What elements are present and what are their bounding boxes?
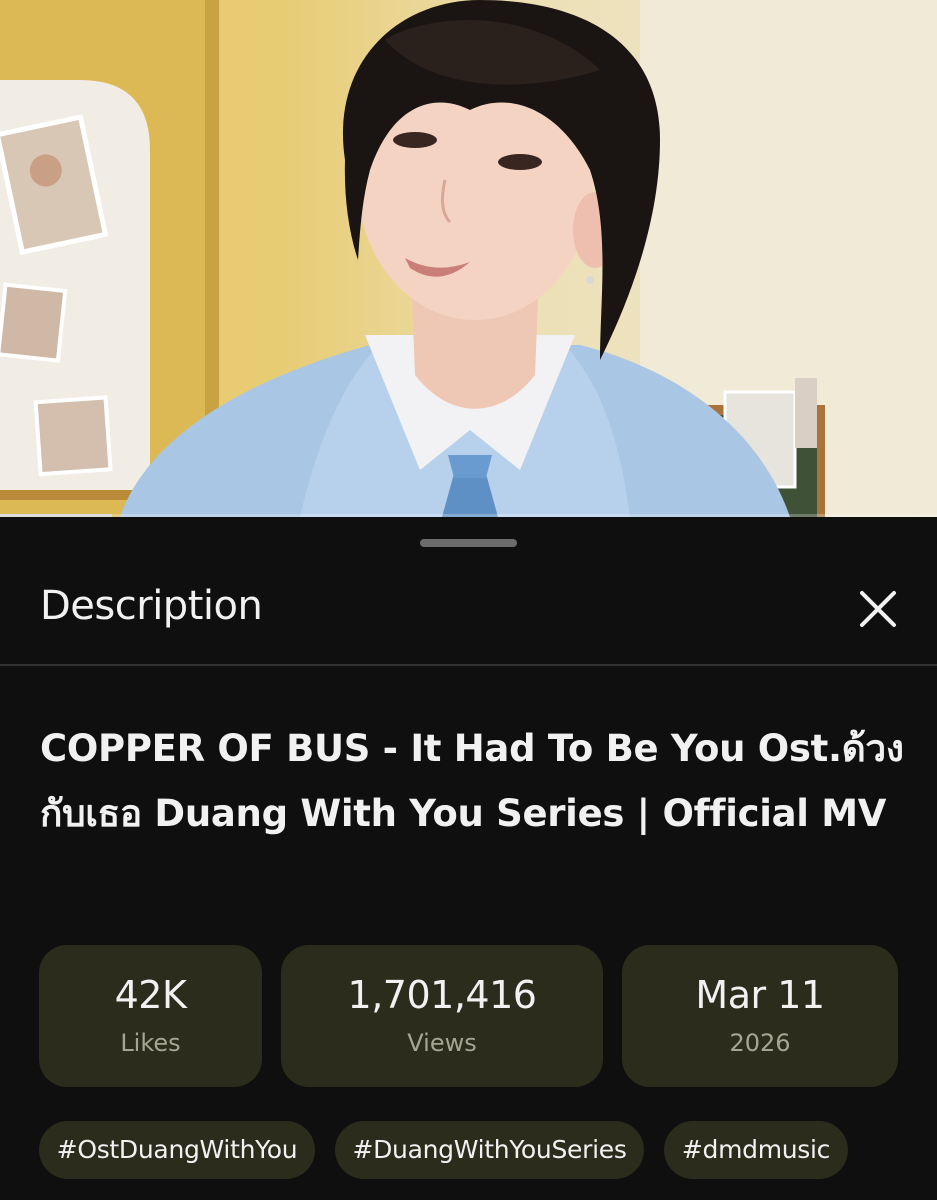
likes-stat[interactable]: 42K Likes	[39, 945, 262, 1087]
views-stat[interactable]: 1,701,416 Views	[281, 945, 603, 1087]
panel-title: Description	[40, 583, 263, 629]
video-progress-bar[interactable]	[0, 514, 937, 517]
description-screen: Description COPPER OF BUS - It Had To Be…	[0, 0, 937, 1200]
likes-count: 42K	[114, 973, 187, 1017]
hashtag-chip[interactable]: #dmdmusic	[664, 1121, 848, 1179]
publish-year: 2026	[729, 1029, 791, 1057]
video-player[interactable]	[0, 0, 937, 517]
video-frame-image	[0, 0, 937, 517]
hashtag-chip[interactable]: #OstDuangWithYou	[39, 1121, 315, 1179]
views-count: 1,701,416	[347, 973, 537, 1017]
description-content: COPPER OF BUS - It Had To Be You Ost.ด้ว…	[0, 666, 937, 1200]
drag-handle[interactable]	[420, 539, 517, 547]
publish-date: Mar 11	[695, 973, 825, 1017]
video-title: COPPER OF BUS - It Had To Be You Ost.ด้ว…	[40, 727, 904, 835]
video-progress-fill	[0, 514, 113, 517]
likes-label: Likes	[120, 1029, 181, 1057]
views-label: Views	[407, 1029, 477, 1057]
publish-date-stat[interactable]: Mar 11 2026	[622, 945, 898, 1087]
close-icon	[860, 591, 896, 627]
close-button[interactable]	[852, 583, 904, 635]
description-panel: Description COPPER OF BUS - It Had To Be…	[0, 519, 937, 1200]
hashtag-chip[interactable]: #DuangWithYouSeries	[335, 1121, 644, 1179]
